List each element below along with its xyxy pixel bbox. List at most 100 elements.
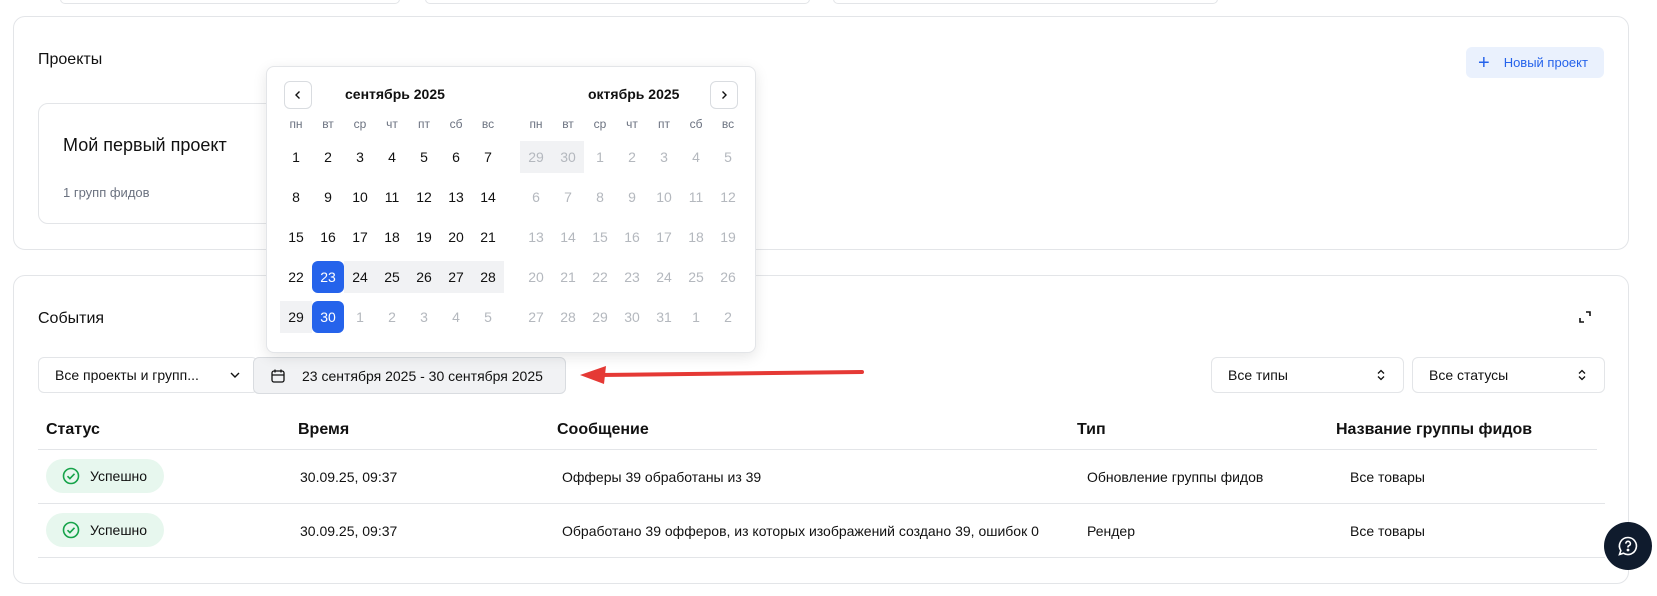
calendar-day[interactable]: 4 [376,141,408,173]
chevron-up-down-icon [1377,369,1385,381]
calendar-day[interactable]: 15 [584,221,616,253]
calendar-day[interactable]: 1 [344,301,376,333]
calendar-day[interactable]: 30 [616,301,648,333]
calendar-day[interactable]: 11 [376,181,408,213]
calendar-day[interactable]: 1 [680,301,712,333]
calendar-day[interactable]: 2 [616,141,648,173]
calendar-day[interactable]: 23 [616,261,648,293]
weekday-label: вт [322,117,334,131]
projects-section: Проекты + Новый проект Мой первый проект… [13,16,1629,250]
calendar-day[interactable]: 26 [712,261,744,293]
calendar-day[interactable]: 1 [280,141,312,173]
prev-month-button[interactable] [284,81,312,109]
projects-filter-value: Все проекты и групп... [55,367,199,383]
calendar-day[interactable]: 29 [280,301,312,333]
calendar-day[interactable]: 2 [312,141,344,173]
calendar-day[interactable]: 7 [552,181,584,213]
calendar-day[interactable]: 18 [376,221,408,253]
event-group: Все товары [1350,469,1425,485]
calendar-day[interactable]: 28 [552,301,584,333]
calendar-day[interactable]: 17 [648,221,680,253]
expand-icon[interactable] [1578,310,1592,324]
calendar-day[interactable]: 24 [344,261,376,293]
calendar-day[interactable]: 29 [584,301,616,333]
events-title: События [38,310,105,327]
calendar-day[interactable]: 29 [520,141,552,173]
calendar-day[interactable]: 13 [520,221,552,253]
calendar-day[interactable]: 3 [344,141,376,173]
calendar-day[interactable]: 8 [584,181,616,213]
right-month-title: октябрь 2025 [588,86,680,102]
calendar-day[interactable]: 4 [440,301,472,333]
calendar-day[interactable]: 19 [408,221,440,253]
projects-filter-select[interactable]: Все проекты и групп... [38,357,258,393]
calendar-day[interactable]: 21 [552,261,584,293]
calendar-day[interactable]: 9 [312,181,344,213]
calendar-day[interactable]: 22 [280,261,312,293]
table-divider [38,503,1605,504]
calendar-day[interactable]: 20 [520,261,552,293]
next-month-button[interactable] [710,81,738,109]
calendar-day[interactable]: 18 [680,221,712,253]
calendar-day[interactable]: 15 [280,221,312,253]
event-message: Обработано 39 офферов, из которых изобра… [562,523,1039,539]
calendar-day[interactable]: 24 [648,261,680,293]
calendar-day[interactable]: 3 [408,301,440,333]
calendar-day[interactable]: 20 [440,221,472,253]
types-filter-select[interactable]: Все типы [1211,357,1404,393]
calendar-day[interactable]: 5 [472,301,504,333]
calendar-day[interactable]: 11 [680,181,712,213]
calendar-day[interactable]: 12 [712,181,744,213]
calendar-day[interactable]: 1 [584,141,616,173]
top-card-stub [425,0,810,4]
calendar-day[interactable]: 6 [520,181,552,213]
calendar-day[interactable]: 14 [472,181,504,213]
calendar-day[interactable]: 22 [584,261,616,293]
column-header-group: Название группы фидов [1336,421,1533,438]
calendar-day[interactable]: 8 [280,181,312,213]
new-project-button[interactable]: + Новый проект [1466,47,1604,78]
weekday-label: пн [529,117,543,131]
calendar-day[interactable]: 2 [376,301,408,333]
calendar-day[interactable]: 7 [472,141,504,173]
calendar-day[interactable]: 9 [616,181,648,213]
weekday-label: сб [449,117,463,131]
calendar-day[interactable]: 13 [440,181,472,213]
calendar-day[interactable]: 2 [712,301,744,333]
top-card-stub [60,0,400,4]
calendar-day[interactable]: 3 [648,141,680,173]
calendar-day[interactable]: 14 [552,221,584,253]
calendar-day[interactable]: 6 [440,141,472,173]
calendar-day[interactable]: 5 [408,141,440,173]
calendar-day[interactable]: 28 [472,261,504,293]
calendar-day[interactable]: 21 [472,221,504,253]
date-range-button[interactable]: 23 сентября 2025 - 30 сентября 2025 [253,357,566,394]
calendar-day[interactable]: 16 [312,221,344,253]
weekday-label: ср [353,117,367,131]
calendar-day[interactable]: 16 [616,221,648,253]
calendar-day[interactable]: 12 [408,181,440,213]
calendar-day[interactable]: 25 [376,261,408,293]
calendar-day[interactable]: 26 [408,261,440,293]
statuses-filter-select[interactable]: Все статусы [1412,357,1605,393]
calendar-day[interactable]: 27 [520,301,552,333]
weekday-label: пт [418,117,430,131]
calendar-day[interactable]: 10 [648,181,680,213]
calendar-day[interactable]: 4 [680,141,712,173]
column-header-type: Тип [1077,421,1106,438]
calendar-day[interactable]: 30 [552,141,584,173]
chat-help-icon [1618,536,1638,556]
calendar-day[interactable]: 19 [712,221,744,253]
calendar-day[interactable]: 31 [648,301,680,333]
calendar-day[interactable]: 5 [712,141,744,173]
event-type: Обновление группы фидов [1087,469,1264,485]
help-chat-button[interactable] [1604,522,1652,570]
calendar-day[interactable]: 17 [344,221,376,253]
annotation-arrow [580,366,864,384]
calendar-day[interactable]: 27 [440,261,472,293]
calendar-day[interactable]: 23 [312,261,344,293]
calendar-day[interactable]: 10 [344,181,376,213]
event-time: 30.09.25, 09:37 [300,523,398,539]
calendar-day[interactable]: 25 [680,261,712,293]
calendar-day[interactable]: 30 [312,301,344,333]
